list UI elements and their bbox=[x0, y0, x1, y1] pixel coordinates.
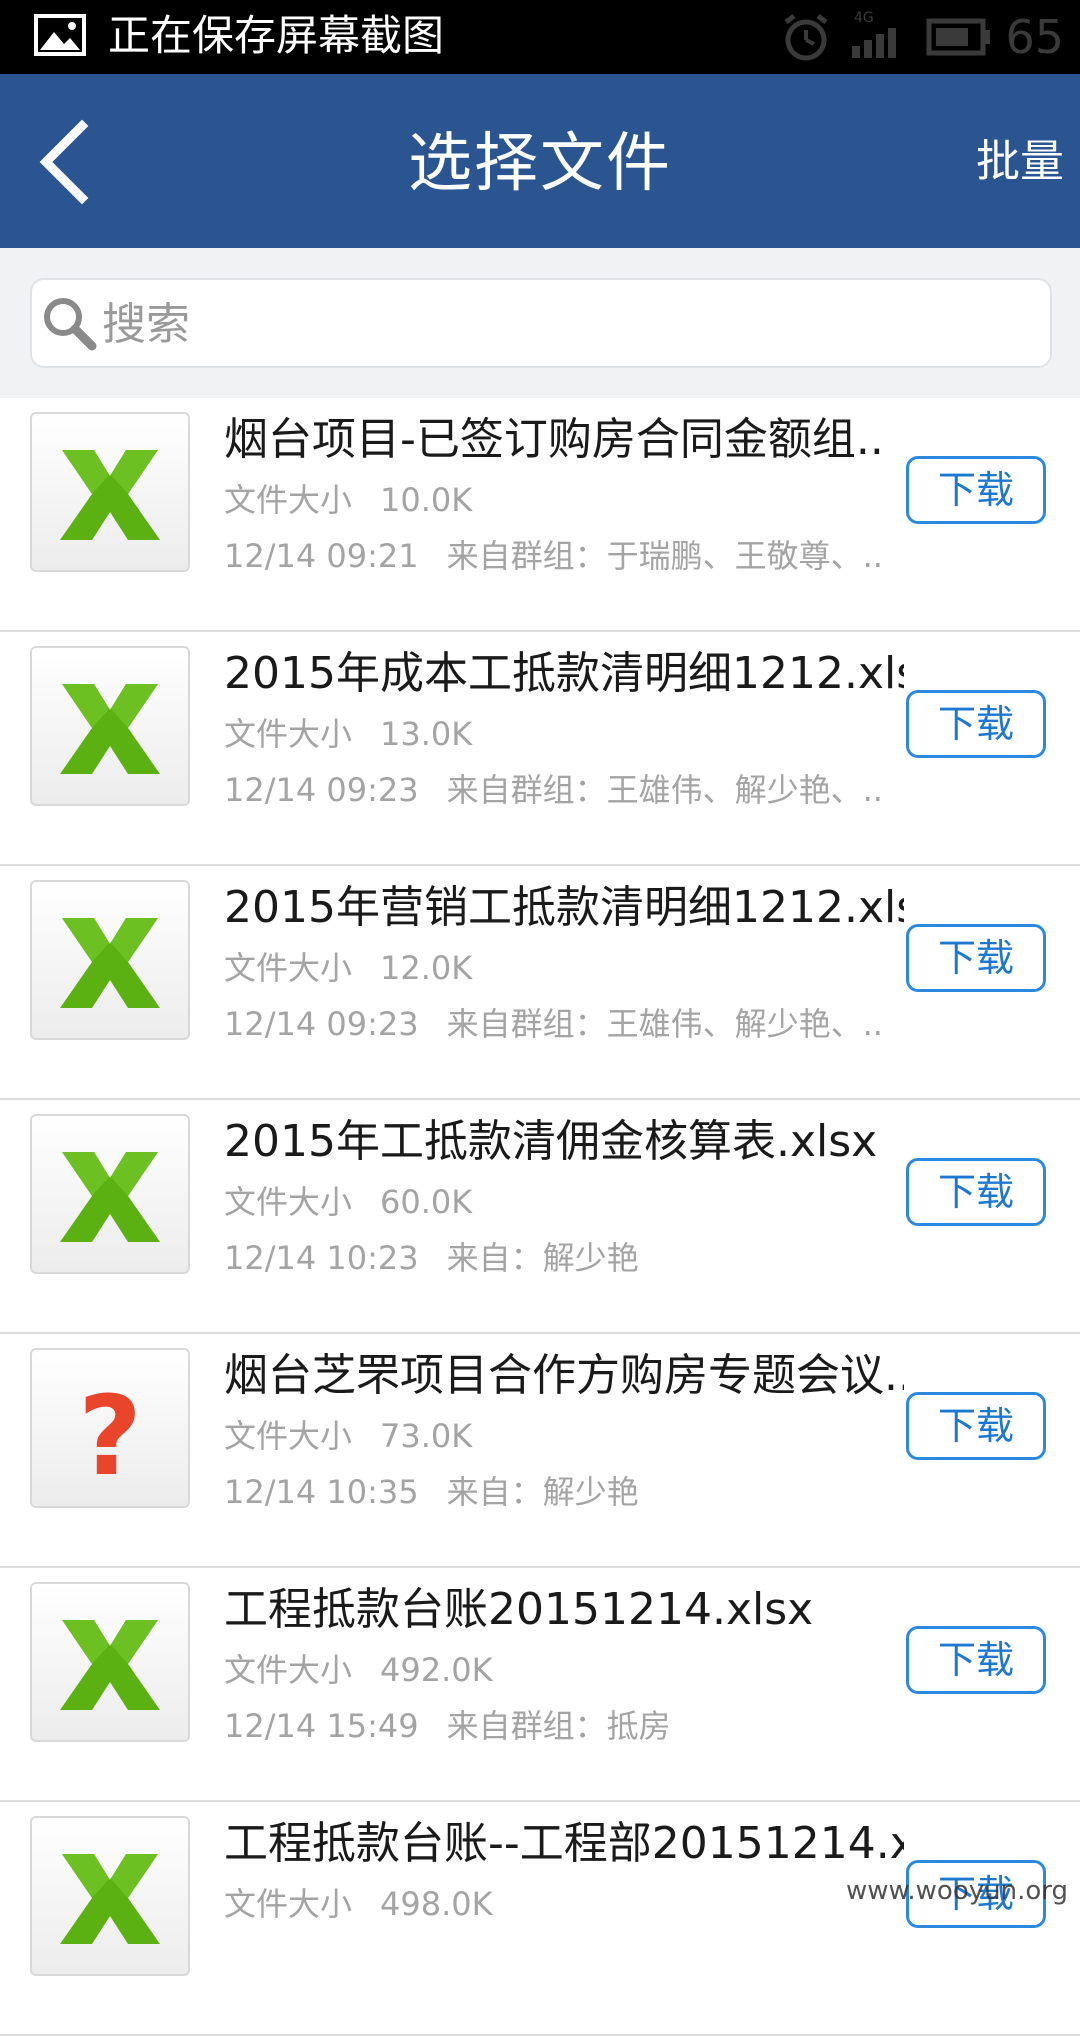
file-meta-row: 12/14 09:21 来自群组：于瑞鹏、王敬尊、.. bbox=[224, 534, 884, 578]
file-thumbnail: ? bbox=[30, 1348, 190, 1508]
file-source: 来自群组：王雄伟、解少艳、.. bbox=[446, 771, 883, 809]
search-area bbox=[0, 248, 1080, 398]
app-header: 选择文件 批量 bbox=[0, 74, 1080, 248]
file-size-value: 12.0K bbox=[380, 949, 473, 987]
file-list: 烟台项目-已签订购房合同金额组.. 文件大小 10.0K 12/14 09:21 来自群… bbox=[0, 398, 1080, 2036]
file-row[interactable]: 2015年营销工抵款清明细1212.xlsx 文件大小 12.0K 12/14 09:… bbox=[0, 866, 1080, 1100]
file-name: 烟台项目-已签订购房合同金额组.. bbox=[224, 414, 884, 465]
alarm-icon bbox=[784, 14, 828, 61]
file-name: 2015年成本工抵款清明细1212.xlsx bbox=[224, 648, 904, 699]
file-size-row: 文件大小 60.0K bbox=[224, 1180, 472, 1224]
file-size-value: 13.0K bbox=[380, 715, 473, 753]
search-box[interactable] bbox=[30, 278, 1052, 368]
file-size-row: 文件大小 73.0K bbox=[224, 1414, 472, 1458]
file-time: 12/14 09:21 bbox=[224, 537, 419, 575]
file-size-value: 498.0K bbox=[380, 1885, 493, 1923]
download-button[interactable]: 下载 bbox=[906, 1158, 1046, 1226]
status-bar: 正在保存屏幕截图 4G 65 bbox=[0, 0, 1080, 74]
file-time: 12/14 09:23 bbox=[224, 771, 419, 809]
file-row[interactable]: 工程抵款台账20151214.xlsx 文件大小 492.0K 12/14 15:49… bbox=[0, 1568, 1080, 1802]
excel-file-icon bbox=[60, 1620, 160, 1710]
battery-icon bbox=[926, 18, 990, 56]
file-meta-row: 12/14 15:49 来自群组：抵房 bbox=[224, 1704, 884, 1748]
file-size-row: 文件大小 498.0K bbox=[224, 1882, 493, 1926]
file-name: 工程抵款台账--工程部20151214.xl.. bbox=[224, 1818, 904, 1869]
search-input[interactable] bbox=[100, 288, 1024, 360]
batch-button[interactable]: 批量 bbox=[976, 134, 1064, 190]
file-name: 工程抵款台账20151214.xlsx bbox=[224, 1584, 814, 1635]
excel-file-icon bbox=[60, 1854, 160, 1944]
file-meta-row: 12/14 10:23 来自：解少艳 bbox=[224, 1236, 884, 1280]
file-thumbnail bbox=[30, 646, 190, 806]
file-size-value: 73.0K bbox=[380, 1417, 473, 1455]
file-row[interactable]: 工程抵款台账--工程部20151214.xl.. 文件大小 498.0K 下载 bbox=[0, 1802, 1080, 2036]
file-size-label: 文件大小 bbox=[224, 1885, 353, 1923]
search-icon bbox=[44, 298, 97, 351]
excel-file-icon bbox=[60, 918, 160, 1008]
screenshot-notice: 正在保存屏幕截图 bbox=[108, 11, 445, 60]
file-size-label: 文件大小 bbox=[224, 949, 353, 987]
file-size-value: 10.0K bbox=[380, 481, 473, 519]
file-size-label: 文件大小 bbox=[224, 715, 353, 753]
file-time: 12/14 09:23 bbox=[224, 1005, 419, 1043]
excel-file-icon bbox=[60, 684, 160, 774]
file-time: 12/14 10:23 bbox=[224, 1239, 419, 1277]
image-icon bbox=[34, 14, 86, 56]
download-button[interactable]: 下载 bbox=[906, 924, 1046, 992]
file-size-row: 文件大小 10.0K bbox=[224, 478, 472, 522]
page-title: 选择文件 bbox=[408, 127, 672, 201]
signal-icon bbox=[852, 28, 896, 58]
file-name: 烟台芝罘项目合作方购房专题会议.. bbox=[224, 1350, 904, 1401]
excel-file-icon bbox=[60, 1152, 160, 1242]
file-size-value: 492.0K bbox=[380, 1651, 493, 1689]
file-meta-row: 12/14 10:35 来自：解少艳 bbox=[224, 1470, 884, 1514]
file-meta-row: 12/14 09:23 来自群组：王雄伟、解少艳、.. bbox=[224, 1002, 884, 1046]
file-row[interactable]: 烟台项目-已签订购房合同金额组.. 文件大小 10.0K 12/14 09:21 来自群… bbox=[0, 398, 1080, 632]
download-button[interactable]: 下载 bbox=[906, 690, 1046, 758]
file-row[interactable]: 2015年成本工抵款清明细1212.xlsx 文件大小 13.0K 12/14 09:… bbox=[0, 632, 1080, 866]
file-size-label: 文件大小 bbox=[224, 1417, 353, 1455]
file-source: 来自：解少艳 bbox=[446, 1473, 639, 1511]
file-source: 来自群组：王雄伟、解少艳、.. bbox=[446, 1005, 883, 1043]
file-row[interactable]: 2015年工抵款清佣金核算表.xlsx 文件大小 60.0K 12/14 10:23 来… bbox=[0, 1100, 1080, 1334]
download-button[interactable]: 下载 bbox=[906, 456, 1046, 524]
file-source: 来自：解少艳 bbox=[446, 1239, 639, 1277]
file-time: 12/14 10:35 bbox=[224, 1473, 419, 1511]
file-thumbnail bbox=[30, 880, 190, 1040]
file-meta-row: 12/14 09:23 来自群组：王雄伟、解少艳、.. bbox=[224, 768, 884, 812]
file-thumbnail bbox=[30, 412, 190, 572]
file-source: 来自群组：于瑞鹏、王敬尊、.. bbox=[446, 537, 883, 575]
unknown-file-icon: ? bbox=[78, 1372, 142, 1500]
file-thumbnail bbox=[30, 1114, 190, 1274]
file-source: 来自群组：抵房 bbox=[446, 1707, 671, 1745]
file-size-row: 文件大小 13.0K bbox=[224, 712, 472, 756]
file-row[interactable]: ? 烟台芝罘项目合作方购房专题会议.. 文件大小 73.0K 12/14 10:35 来自… bbox=[0, 1334, 1080, 1568]
battery-percentage: 65 bbox=[1005, 10, 1064, 64]
file-size-label: 文件大小 bbox=[224, 481, 353, 519]
file-time: 12/14 15:49 bbox=[224, 1707, 419, 1745]
file-size-row: 文件大小 12.0K bbox=[224, 946, 472, 990]
file-meta-row bbox=[224, 1938, 884, 1982]
file-thumbnail bbox=[30, 1582, 190, 1742]
file-name: 2015年工抵款清佣金核算表.xlsx bbox=[224, 1116, 878, 1167]
file-size-row: 文件大小 492.0K bbox=[224, 1648, 493, 1692]
file-size-value: 60.0K bbox=[380, 1183, 473, 1221]
svg-text:?: ? bbox=[78, 1372, 142, 1500]
file-name: 2015年营销工抵款清明细1212.xlsx bbox=[224, 882, 904, 933]
file-thumbnail bbox=[30, 1816, 190, 1976]
excel-file-icon bbox=[60, 450, 160, 540]
file-size-label: 文件大小 bbox=[224, 1183, 353, 1221]
download-button[interactable]: 下载 bbox=[906, 1626, 1046, 1694]
file-size-label: 文件大小 bbox=[224, 1651, 353, 1689]
download-button[interactable]: 下载 bbox=[906, 1392, 1046, 1460]
watermark: www.wooyun.org bbox=[845, 1876, 1068, 1906]
